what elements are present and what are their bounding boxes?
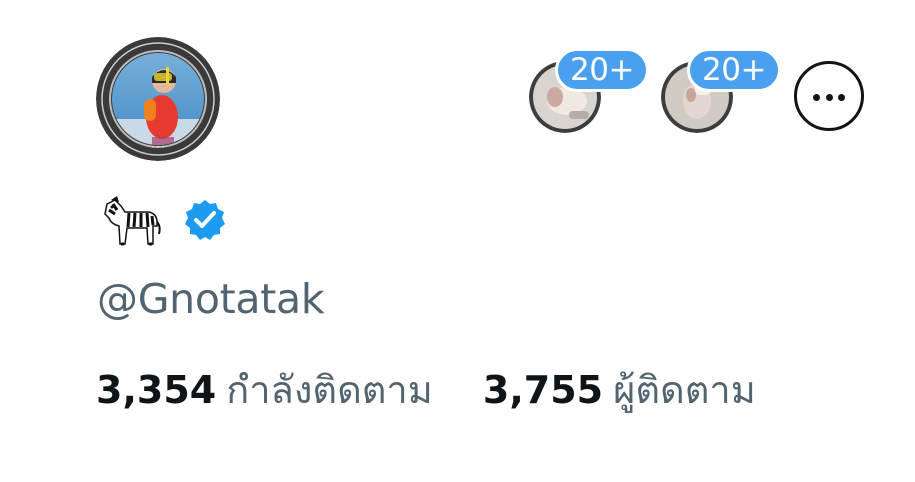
zebra-emoji-icon <box>97 194 163 253</box>
following-label: กำลังติดตาม <box>226 368 433 412</box>
highlight-count-badge: 20+ <box>555 48 649 92</box>
verified-badge-icon <box>183 198 227 247</box>
more-options-button[interactable] <box>794 61 864 131</box>
follow-stats: 3,354 กำลังติดตาม 3,755 ผู้ติดตาม <box>96 364 756 416</box>
profile-handle: @Gnotatak <box>97 275 325 323</box>
svg-text:• • •: • • • <box>151 144 165 151</box>
profile-avatar[interactable]: • • • <box>96 37 220 161</box>
followers-link[interactable]: 3,755 ผู้ติดตาม <box>483 364 756 416</box>
following-count: 3,354 <box>96 368 217 412</box>
following-link[interactable]: 3,354 กำลังติดตาม <box>96 364 433 416</box>
highlight-count-badge: 20+ <box>687 48 781 92</box>
followers-count: 3,755 <box>482 368 604 412</box>
followers-label: ผู้ติดตาม <box>613 368 756 412</box>
